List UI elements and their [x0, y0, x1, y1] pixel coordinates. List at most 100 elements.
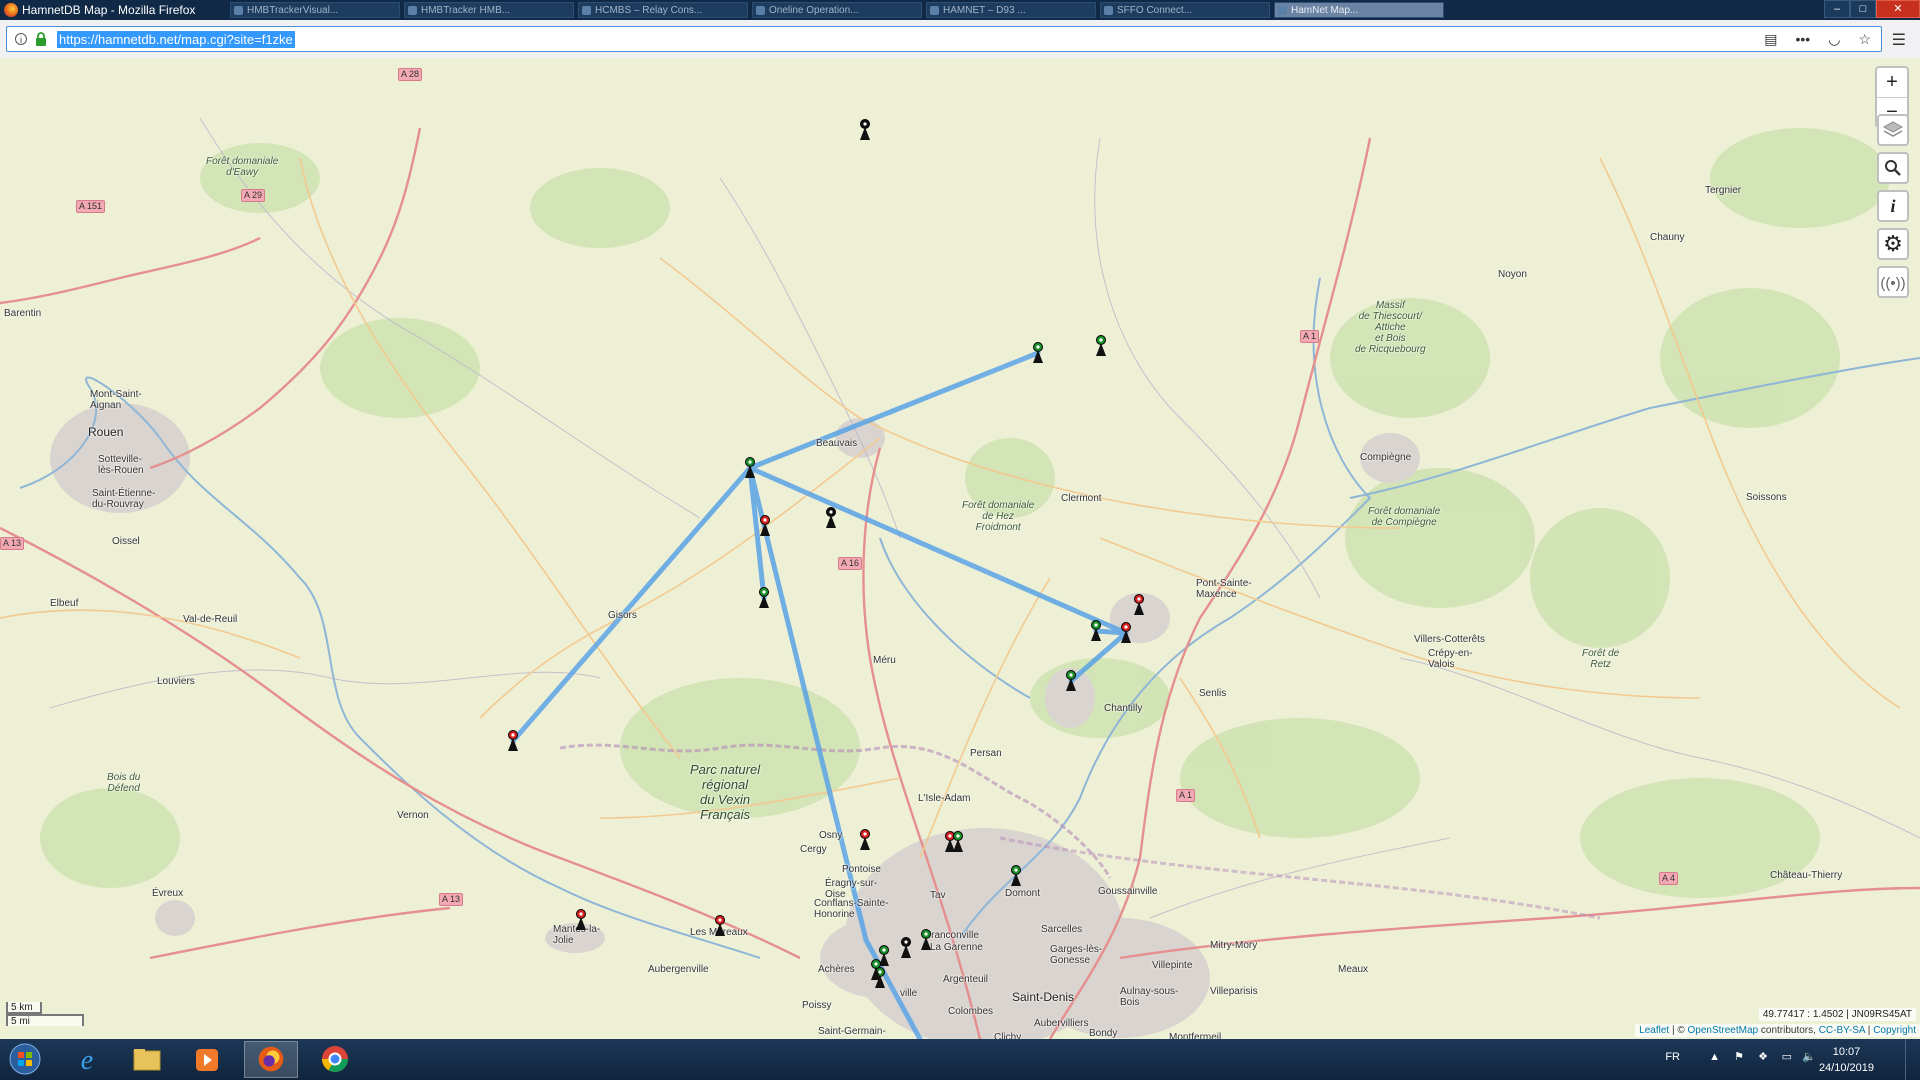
place-label: Villeparisis — [1210, 986, 1258, 997]
site-marker-black[interactable] — [899, 937, 913, 959]
tower-icon — [759, 587, 769, 608]
forest-label: Forêt domaniale d'Eawy — [206, 156, 279, 178]
road-label: A 151 — [76, 200, 106, 213]
language-indicator[interactable]: FR — [1665, 1051, 1680, 1063]
reader-view-icon[interactable]: ▤ — [1764, 31, 1777, 48]
place-label: Persan — [970, 748, 1002, 759]
minimize-button[interactable]: – — [1824, 0, 1850, 18]
site-marker-green[interactable] — [869, 959, 883, 981]
bookmark-star-icon[interactable]: ☆ — [1858, 31, 1871, 48]
place-label: Gisors — [608, 610, 637, 621]
road-label: A 13 — [0, 537, 25, 550]
place-label: Barentin — [4, 308, 42, 319]
leaflet-link[interactable]: Leaflet — [1639, 1025, 1669, 1036]
tower-icon — [826, 507, 836, 528]
settings-button[interactable]: ⚙ — [1877, 228, 1909, 260]
place-label: Achères — [818, 964, 855, 975]
site-marker-black[interactable] — [824, 507, 838, 529]
network-icon[interactable]: ▭ — [1782, 1050, 1792, 1063]
license-link[interactable]: CC-BY-SA — [1819, 1025, 1865, 1036]
zoom-in-button[interactable]: + — [1877, 68, 1907, 98]
site-marker-red[interactable] — [574, 909, 588, 931]
radio-button[interactable]: ((•)) — [1877, 266, 1909, 298]
site-marker-green[interactable] — [951, 831, 965, 853]
site-marker-green[interactable] — [1094, 335, 1108, 357]
lock-icon[interactable] — [35, 32, 47, 46]
info-icon[interactable]: i — [15, 33, 27, 45]
show-desktop-button[interactable] — [1905, 1039, 1920, 1080]
maximize-button[interactable]: □ — [1850, 0, 1876, 18]
tower-icon — [953, 831, 963, 852]
layers-button[interactable] — [1877, 114, 1909, 146]
search-icon — [1885, 160, 1901, 176]
pocket-icon[interactable]: ◡ — [1828, 31, 1840, 48]
place-label: Rouen — [88, 425, 124, 439]
tower-icon — [745, 457, 755, 478]
place-label: La Garenne — [930, 942, 983, 953]
chrome-icon[interactable] — [308, 1041, 362, 1078]
close-button[interactable]: ✕ — [1876, 0, 1920, 18]
place-label: Villepinte — [1152, 960, 1193, 971]
place-label: Pontoise — [842, 864, 881, 875]
browser-tab-active[interactable]: HamNet Map... — [1274, 2, 1444, 18]
firefox-icon — [4, 3, 18, 17]
site-marker-green[interactable] — [1064, 670, 1078, 692]
site-marker-red[interactable] — [506, 730, 520, 752]
site-marker-red[interactable] — [1119, 622, 1133, 644]
site-marker-green[interactable] — [1089, 620, 1103, 642]
site-marker-green[interactable] — [1031, 342, 1045, 364]
site-marker-red[interactable] — [758, 515, 772, 537]
hamburger-menu-icon[interactable]: ☰ — [1892, 30, 1906, 50]
address-bar[interactable]: i https://hamnetdb.net/map.cgi?site=f1zk… — [6, 26, 1882, 52]
place-label: Meaux — [1338, 964, 1369, 975]
media-player-icon[interactable] — [180, 1041, 234, 1078]
site-marker-green[interactable] — [743, 457, 757, 479]
copyright-link[interactable]: Copyright — [1873, 1025, 1916, 1036]
attrib-contrib: contributors, — [1758, 1025, 1819, 1036]
site-marker-green[interactable] — [757, 587, 771, 609]
browser-tab[interactable]: SFFO Connect... — [1100, 2, 1270, 18]
page-actions-icon[interactable]: ••• — [1796, 31, 1811, 48]
window-titlebar: HamnetDB Map - Mozilla Firefox HMBTracke… — [0, 0, 1920, 20]
site-marker-green[interactable] — [919, 929, 933, 951]
site-marker-black[interactable] — [858, 119, 872, 141]
place-label: Saint-Denis — [1012, 990, 1075, 1004]
place-label: Louviers — [157, 676, 195, 687]
place-label: Senlis — [1199, 688, 1227, 699]
forest-label: Bois du Défend — [107, 772, 141, 794]
osm-link[interactable]: OpenStreetMap — [1688, 1025, 1759, 1036]
road-label: A 1 — [1300, 330, 1320, 343]
place-label: Colombes — [948, 1006, 994, 1017]
browser-tab[interactable]: HCMBS – Relay Cons... — [578, 2, 748, 18]
road-label: A 28 — [398, 68, 423, 81]
site-marker-green[interactable] — [1009, 865, 1023, 887]
road-label: A 16 — [838, 557, 863, 570]
tray-expand-icon[interactable]: ▲ — [1709, 1051, 1720, 1063]
file-explorer-icon[interactable] — [120, 1041, 174, 1078]
browser-tab[interactable]: HAMNET – D93 ... — [926, 2, 1096, 18]
internet-explorer-icon[interactable]: e — [60, 1041, 114, 1078]
place-label: Saint-Germain- — [818, 1026, 886, 1037]
browser-tab[interactable]: HMBTrackerVisual... — [230, 2, 400, 18]
site-marker-red[interactable] — [858, 829, 872, 851]
site-marker-red[interactable] — [713, 915, 727, 937]
action-center-flag-icon[interactable]: ⚑ — [1734, 1050, 1744, 1063]
place-label: Val-de-Reuil — [183, 614, 238, 625]
clock[interactable]: 10:07 24/10/2019 — [1819, 1044, 1874, 1076]
layers-icon — [1882, 121, 1904, 137]
attrib-sep: | — [1865, 1025, 1874, 1036]
dropbox-icon[interactable]: ❖ — [1758, 1050, 1768, 1063]
firefox-taskbar-icon[interactable] — [244, 1041, 298, 1078]
browser-tab[interactable]: HMBTracker HMB... — [404, 2, 574, 18]
tower-icon — [1033, 342, 1043, 363]
url-text[interactable]: https://hamnetdb.net/map.cgi?site=f1zke — [57, 31, 295, 48]
search-button[interactable] — [1877, 152, 1909, 184]
browser-tab[interactable]: Oneline Operation... — [752, 2, 922, 18]
place-label: Évreux — [152, 888, 184, 899]
info-button[interactable]: i — [1877, 190, 1909, 222]
clock-date: 24/10/2019 — [1818, 1062, 1874, 1074]
map-viewport[interactable]: Rouen Beauvais Compiègne Saint-Denis Mont-Sa… — [0, 58, 1920, 1039]
site-marker-red[interactable] — [1132, 594, 1146, 616]
start-button[interactable] — [2, 1041, 48, 1078]
volume-icon[interactable]: 🔈 — [1802, 1050, 1816, 1063]
